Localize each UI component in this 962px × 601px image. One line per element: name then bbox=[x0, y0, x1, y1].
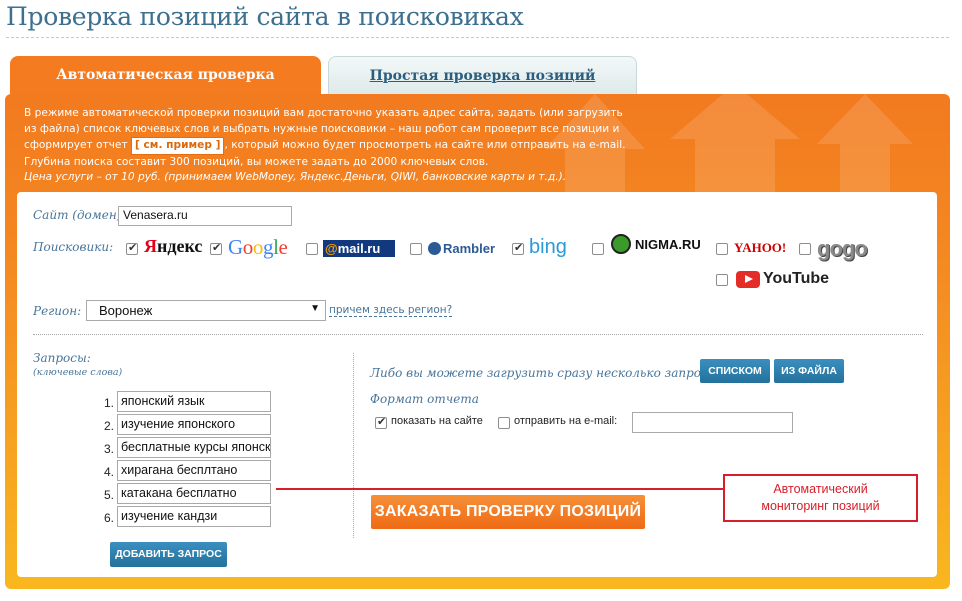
tab-simple-check[interactable]: Простая проверка позиций bbox=[328, 56, 637, 96]
annotation-line bbox=[276, 488, 724, 490]
send-email-label: отправить на e-mail: bbox=[514, 415, 618, 427]
checkbox-send-email[interactable] bbox=[498, 417, 510, 429]
intro-text-part: сформирует отчет bbox=[24, 139, 131, 152]
intro-line: В режиме автоматической проверки позиций… bbox=[24, 107, 623, 119]
youtube-logo-icon: YouTube bbox=[736, 270, 829, 288]
yahoo-logo-icon: YAHOO! bbox=[734, 240, 787, 255]
report-format-label: Формат отчета bbox=[370, 392, 479, 406]
order-check-button[interactable]: ЗАКАЗАТЬ ПРОВЕРКУ ПОЗИЦИЙ bbox=[371, 495, 645, 529]
price-line: Цена услуги – от 10 руб. (принимаем WebM… bbox=[24, 171, 567, 184]
region-label: Регион: bbox=[33, 304, 82, 318]
example-link[interactable]: [ см. пример ] bbox=[130, 137, 225, 155]
column-divider bbox=[353, 353, 354, 538]
query-input[interactable]: японский язык bbox=[117, 391, 271, 412]
region-value: Воронеж bbox=[99, 303, 153, 318]
query-number: 4. bbox=[103, 465, 114, 479]
queries-label: Запросы: bbox=[33, 351, 91, 365]
query-input[interactable]: катакана бесплатно bbox=[117, 483, 271, 504]
intro-line: Глубина поиска составит 300 позиций, вы … bbox=[24, 155, 489, 168]
annotation-box: Автоматический мониторинг позиций bbox=[723, 474, 918, 522]
section-divider bbox=[33, 334, 923, 335]
youtube-play-icon bbox=[736, 270, 760, 288]
query-input[interactable]: хирагана бесплтано bbox=[117, 460, 271, 481]
query-number: 3. bbox=[103, 442, 114, 456]
annotation-text: мониторинг позиций bbox=[761, 499, 880, 513]
upload-list-button[interactable]: СПИСКОМ bbox=[700, 359, 770, 383]
tab-auto-check[interactable]: Автоматическая проверка bbox=[10, 56, 321, 98]
query-number: 1. bbox=[103, 396, 114, 410]
checkbox-gogo[interactable] bbox=[799, 243, 811, 255]
region-select[interactable]: Воронеж ▼ bbox=[86, 300, 326, 321]
checkbox-bing[interactable] bbox=[512, 241, 524, 255]
queries-sublabel: (ключевые слова) bbox=[33, 367, 123, 378]
add-query-button[interactable]: ДОБАВИТЬ ЗАПРОС bbox=[110, 542, 227, 567]
checkbox-youtube[interactable] bbox=[716, 274, 728, 286]
email-input[interactable] bbox=[632, 412, 793, 433]
nigma-logo-icon: NIGMA.RU bbox=[611, 234, 701, 254]
yandex-logo-icon: Яндекс bbox=[144, 236, 203, 256]
checkbox-google[interactable] bbox=[210, 241, 222, 255]
checkbox-nigma[interactable] bbox=[592, 243, 604, 255]
query-number: 2. bbox=[103, 419, 114, 433]
query-input[interactable]: изучение японского bbox=[117, 414, 271, 435]
google-logo-icon: Google bbox=[228, 235, 288, 259]
checkbox-mailru[interactable] bbox=[306, 243, 318, 255]
site-label: Сайт (домен): bbox=[33, 208, 126, 222]
checkbox-show-on-site[interactable] bbox=[375, 415, 387, 429]
checkbox-rambler[interactable] bbox=[410, 243, 422, 255]
bulk-upload-label: Либо вы можете загрузить сразу несколько… bbox=[370, 366, 726, 380]
dropdown-arrow-icon: ▼ bbox=[310, 303, 320, 314]
page-title: Проверка позиций сайта в поисковиках bbox=[6, 2, 524, 31]
gogo-logo-icon: gogo bbox=[817, 236, 868, 261]
engines-label: Поисковики: bbox=[33, 240, 114, 254]
intro-text: В режиме автоматической проверки позиций… bbox=[24, 106, 634, 186]
checkbox-yandex[interactable] bbox=[126, 241, 138, 255]
annotation-text: Автоматический bbox=[773, 482, 868, 496]
mailru-logo-icon: @ mail.ru bbox=[323, 240, 395, 257]
rambler-logo-icon: Rambler bbox=[428, 241, 495, 256]
query-number: 5. bbox=[103, 488, 114, 502]
intro-text-part: , который можно будет просмотреть на сай… bbox=[224, 139, 626, 152]
show-on-site-label: показать на сайте bbox=[391, 415, 483, 427]
query-number: 6. bbox=[103, 511, 114, 525]
intro-line: сформирует отчет [ см. пример ], который… bbox=[24, 137, 634, 155]
region-help-link[interactable]: причем здесь регион? bbox=[329, 304, 453, 317]
checkbox-yahoo[interactable] bbox=[716, 243, 728, 255]
bing-logo-icon: bing bbox=[529, 236, 567, 258]
title-divider bbox=[6, 37, 949, 38]
query-input[interactable]: бесплатные курсы японского bbox=[117, 437, 271, 458]
query-input[interactable]: изучение кандзи bbox=[117, 506, 271, 527]
site-input[interactable]: Venasera.ru bbox=[118, 206, 292, 226]
intro-line: из файла) список ключевых слов и выбрать… bbox=[24, 122, 620, 135]
upload-file-button[interactable]: ИЗ ФАЙЛА bbox=[774, 359, 844, 383]
